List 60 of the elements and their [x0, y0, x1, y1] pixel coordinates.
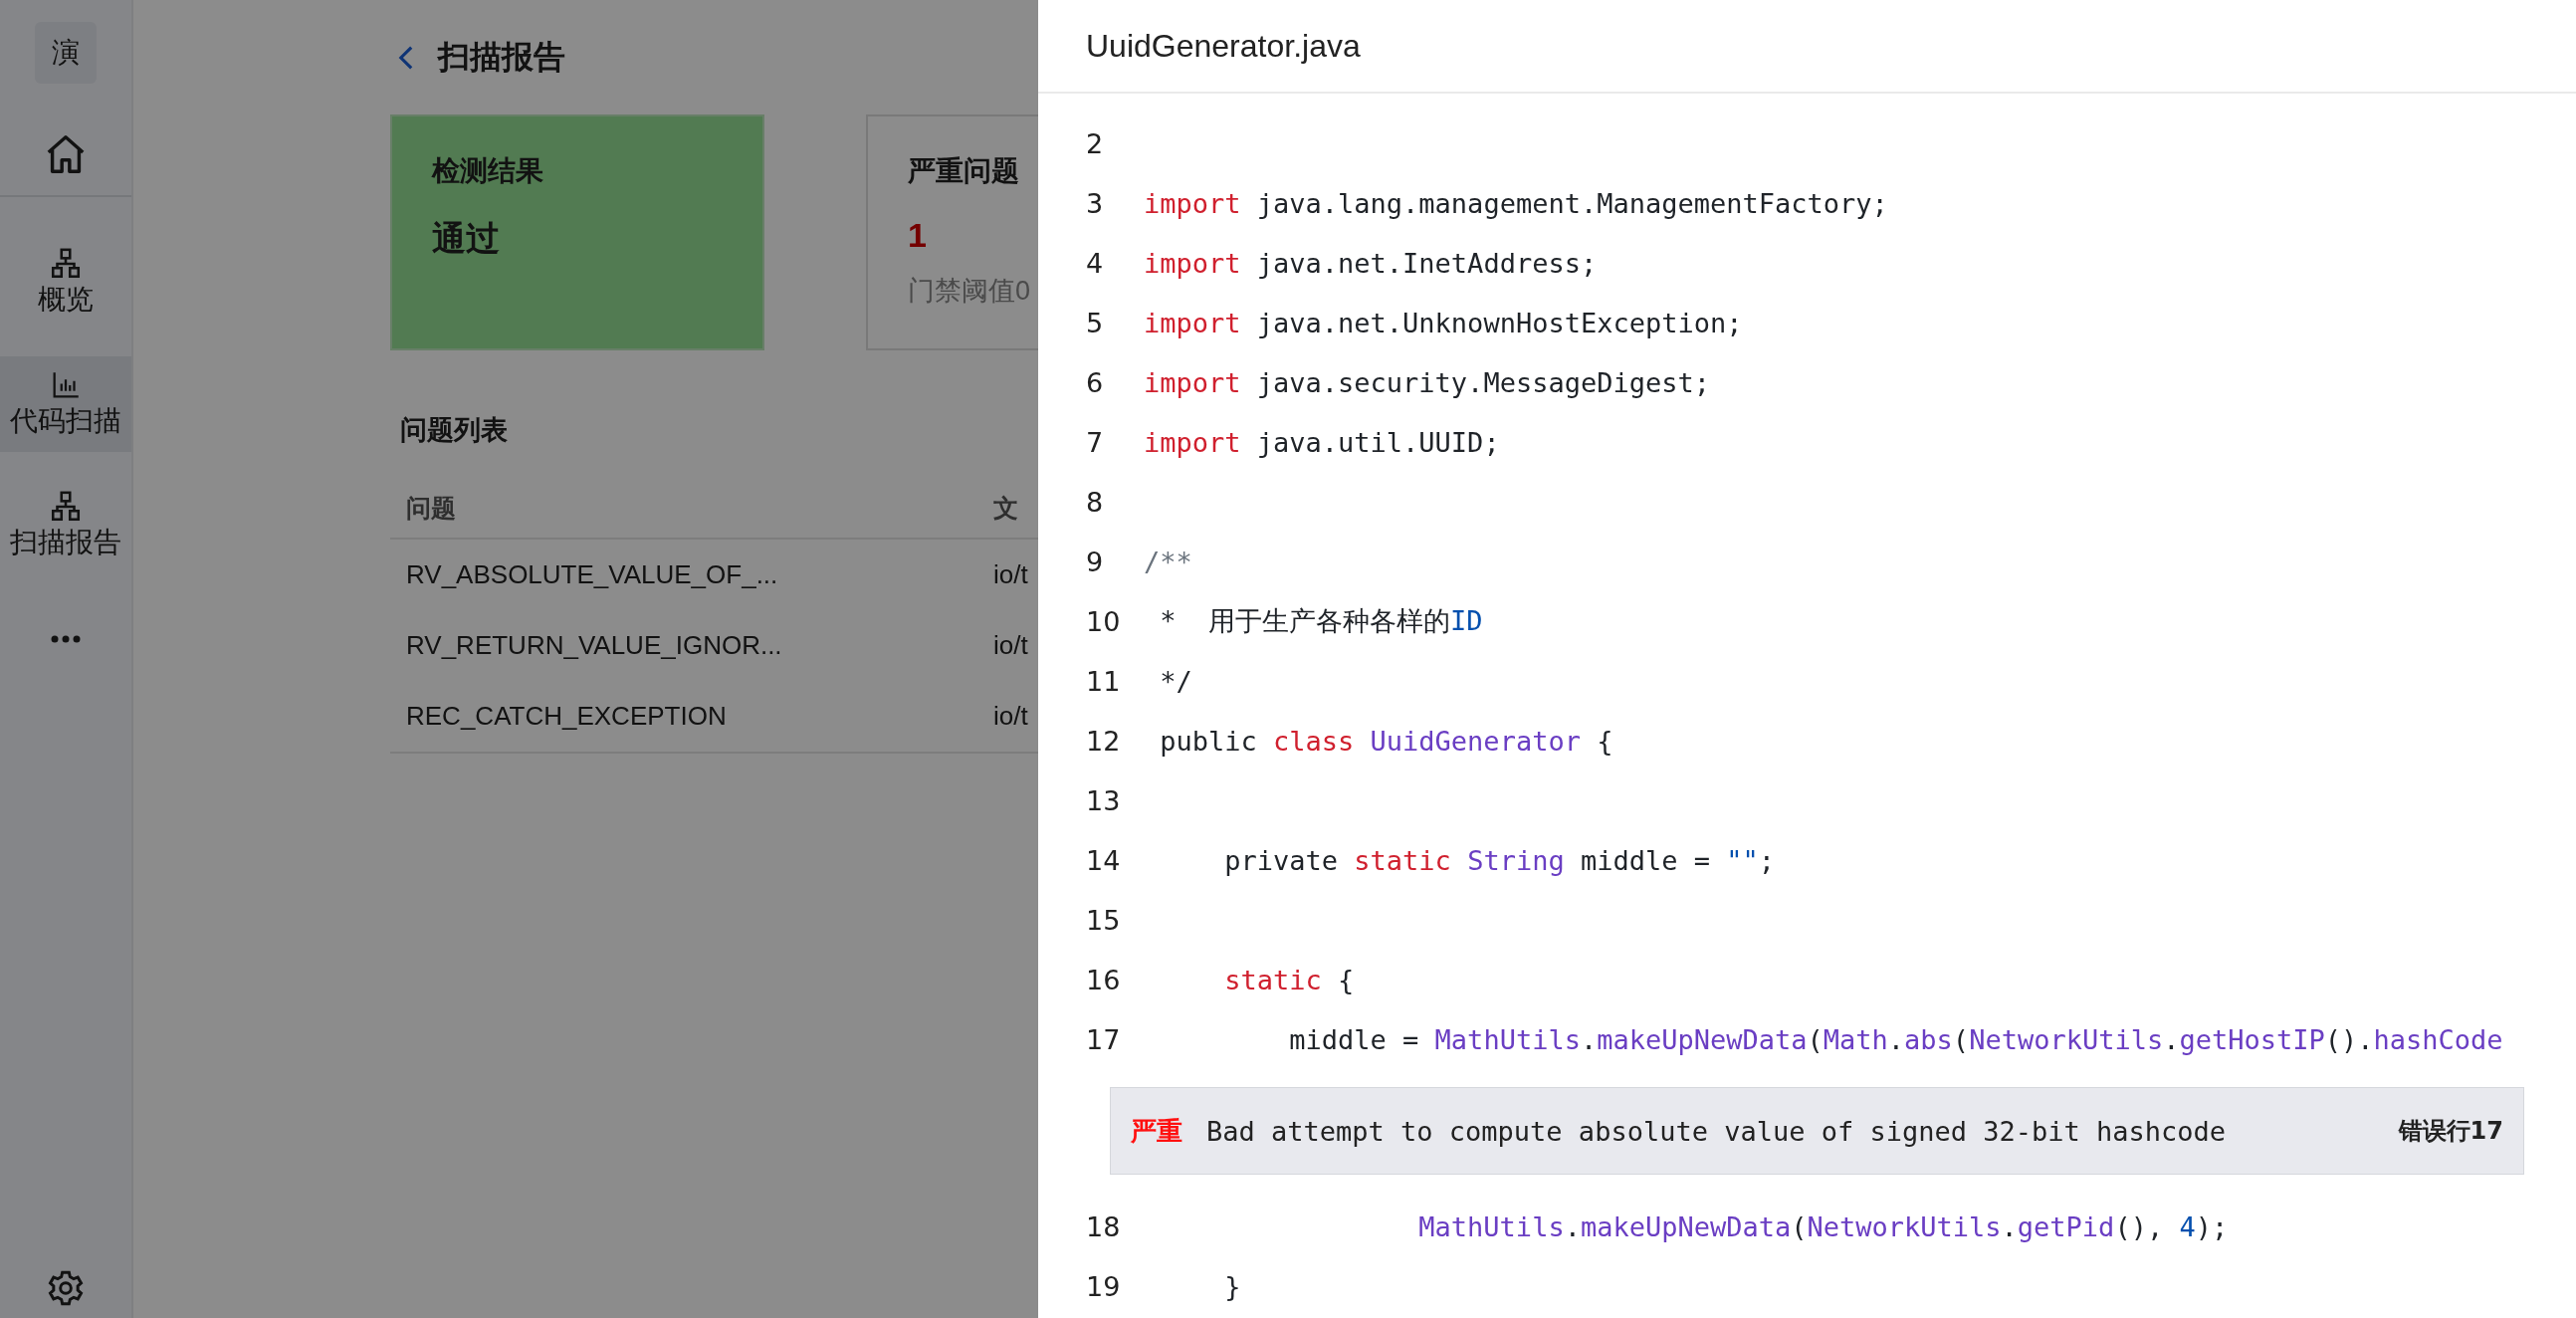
column-header: 文 — [993, 492, 1018, 524]
nav-item[interactable]: 代码扫描 — [0, 356, 131, 452]
section-title: 问题列表 — [400, 414, 509, 447]
line-number: 7 — [1086, 426, 1105, 458]
code-line: */ — [1159, 665, 1192, 697]
code-line: } — [1223, 1270, 1241, 1302]
code-line: import java.net.InetAddress; — [1144, 247, 1598, 279]
code-line: * 用于生产各种各样的ID — [1159, 604, 1483, 638]
line-number: 16 — [1086, 964, 1122, 995]
line-number: 13 — [1086, 784, 1122, 816]
card-title: 严重问题 — [908, 154, 1020, 188]
issue-message: Bad attempt to compute absolute value of signed 32-bit hashcode — [1206, 1115, 2228, 1147]
table-cell-text: RV_RETURN_VALUE_IGNOR... — [405, 630, 783, 661]
back-icon[interactable] — [398, 44, 414, 71]
line-number: 15 — [1086, 904, 1122, 936]
card-value: 1 — [908, 216, 928, 255]
line-number: 12 — [1086, 725, 1122, 757]
app-logo: 演 — [35, 22, 97, 84]
line-number: 6 — [1086, 366, 1105, 398]
table-cell: io/t — [993, 630, 1028, 661]
line-number: 10 — [1086, 605, 1122, 637]
table-cell-text: RV_ABSOLUTE_VALUE_OF_... — [405, 559, 779, 590]
code-line: import java.net.UnknownHostException; — [1144, 307, 1743, 338]
card-note: 门禁阈值0 — [908, 275, 1032, 308]
code-line: import java.lang.management.ManagementFactory; — [1144, 187, 1888, 219]
settings-icon[interactable] — [46, 1268, 86, 1308]
nav-item[interactable]: 概览 — [0, 235, 131, 330]
line-number: 14 — [1086, 844, 1122, 876]
code-line: public class UuidGenerator { — [1159, 725, 1613, 757]
card-value: 通过 — [432, 218, 501, 259]
code-line: /** — [1144, 546, 1192, 577]
page-title: 扫描报告 — [438, 37, 565, 77]
line-number: 9 — [1086, 546, 1105, 577]
line-number: 2 — [1086, 127, 1105, 159]
more-icon[interactable] — [51, 635, 81, 643]
column-header: 问题 — [405, 492, 457, 524]
card-title: 检测结果 — [432, 154, 544, 188]
line-number: 19 — [1086, 1270, 1122, 1302]
issue-line: 错误行17 — [2398, 1116, 2503, 1147]
table-cell-text: REC_CATCH_EXCEPTION — [405, 701, 728, 732]
code-line: static { — [1223, 964, 1355, 995]
line-number: 8 — [1086, 486, 1105, 518]
severity-label: 严重 — [1131, 1114, 1182, 1148]
line-number: 4 — [1086, 247, 1105, 279]
line-number: 17 — [1086, 1023, 1122, 1055]
code-line: middle = MathUtils.makeUpNewData(Math.abs(NetworkUtils.getHostIP().hashCode — [1288, 1023, 2503, 1055]
drawer-title: UuidGenerator.java — [1086, 27, 1361, 65]
hierarchy-icon — [49, 247, 83, 281]
line-number: 11 — [1086, 665, 1122, 697]
code-line: import java.security.MessageDigest; — [1144, 366, 1710, 398]
table-cell: io/t — [993, 559, 1028, 590]
table-cell: io/t — [993, 701, 1028, 732]
code-line: import java.util.UUID; — [1144, 426, 1500, 458]
line-number: 18 — [1086, 1210, 1122, 1242]
line-number: 5 — [1086, 307, 1105, 338]
line-number: 3 — [1086, 187, 1105, 219]
hierarchy-icon — [49, 490, 83, 524]
code-line: private static String middle = ""; — [1223, 844, 1775, 876]
nav-item[interactable]: 扫描报告 — [0, 478, 131, 573]
code-line: MathUtils.makeUpNewData(NetworkUtils.getPid(), 4); — [1417, 1210, 2229, 1242]
